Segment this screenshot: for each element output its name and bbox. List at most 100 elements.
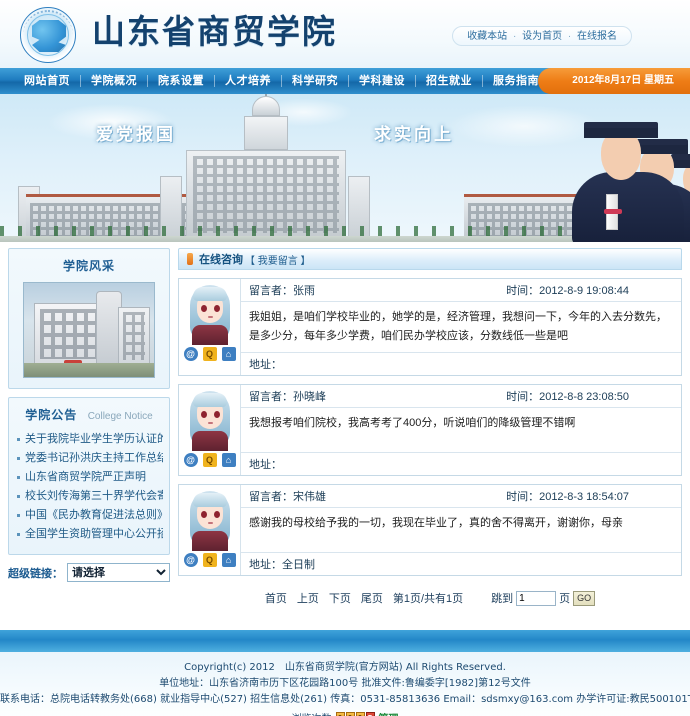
college-style-panel: 学院风采 <box>8 248 170 389</box>
list-item[interactable]: 党委书记孙洪庆主持工作总结大会 <box>15 449 163 468</box>
contact-line: 联系电话：总院电话转教务处(668) 就业指导中心(527) 招生信息处(261… <box>0 694 690 705</box>
post-message-link[interactable]: 【 我要留言 】 <box>245 252 311 267</box>
site-header: 山东省商贸学院 收藏本站 · 设为首页 · 在线报名 <box>0 0 690 68</box>
school-emblem[interactable] <box>20 7 82 63</box>
message-body: 我姐姐，是咱们学校毕业的，她学的是，经济管理，我想问一下，今年的入去分数先，是多… <box>249 311 667 342</box>
counter-digit: 5 <box>365 712 375 716</box>
globe-icon <box>32 20 66 52</box>
message-meta: 留言者：宋伟雄 时间：2012-8-3 18:54:07 <box>241 485 681 508</box>
qq-icon[interactable]: Q <box>202 553 217 567</box>
email-icon[interactable]: @ <box>183 553 198 567</box>
list-item[interactable]: 关于我院毕业学生学历认证的公告 <box>15 430 163 449</box>
message-meta: 留言者：张雨 时间：2012-8-9 19:08:44 <box>241 279 681 302</box>
campus-photo[interactable] <box>23 282 155 378</box>
notice-title-en: College Notice <box>87 411 153 422</box>
building-clock-tower <box>244 116 288 150</box>
graduate-first <box>568 116 688 242</box>
online-registration-link[interactable]: 在线报名 <box>577 31 617 42</box>
nav-item-discipline[interactable]: 学科建设 <box>349 68 415 94</box>
list-item[interactable]: 山东省商贸学院严正声明 <box>15 468 163 487</box>
message-time: 时间：2012-8-8 23:08:50 <box>506 391 629 403</box>
footer-divider-bar <box>0 630 690 652</box>
counter-digit: 0 <box>355 712 365 716</box>
address-line: 单位地址：山东省济南市历下区花园路100号 批准文件:鲁编委字[1982]第12… <box>159 678 531 689</box>
qq-icon[interactable]: Q <box>202 453 217 467</box>
homepage-icon[interactable]: ⌂ <box>221 453 236 467</box>
homepage-icon[interactable]: ⌂ <box>221 553 236 567</box>
prev-page-link[interactable]: 上页 <box>297 590 319 606</box>
list-item[interactable]: 中国《民办教育促进法总则》 <box>15 506 163 525</box>
jump-label: 跳到 <box>491 593 514 605</box>
last-page-link[interactable]: 尾页 <box>361 590 383 606</box>
hyperlink-label: 超级链接： <box>8 567 63 580</box>
main-navigation: 网站首页 学院概况 院系设置 人才培养 科学研究 学科建设 招生就业 服务指南 … <box>0 68 690 94</box>
go-button[interactable]: GO <box>573 590 596 606</box>
nav-item-admissions[interactable]: 招生就业 <box>416 68 482 94</box>
qq-icon[interactable]: Q <box>202 347 217 361</box>
hyperlink-row: 超级链接： 请选择 <box>8 563 170 582</box>
avatar-image <box>184 489 236 551</box>
bookmark-icon <box>187 253 193 265</box>
site-footer: Copyright(c) 2012 山东省商贸学院(官方网站) All Righ… <box>0 652 690 716</box>
page-number-input[interactable] <box>516 590 557 606</box>
main-panel: 在线咨询 【 我要留言 】 @ Q ⌂ 留言者：张雨 时间：2012-8-9 1… <box>178 248 682 630</box>
email-icon[interactable]: @ <box>183 453 198 467</box>
top-links: 收藏本站 · 设为首页 · 在线报名 <box>452 26 632 46</box>
message-author: 留言者：孙晓峰 <box>249 391 326 403</box>
next-page-link[interactable]: 下页 <box>329 590 351 606</box>
hyperlink-select[interactable]: 请选择 <box>67 563 170 582</box>
content-area: 学院风采 学院公告 College Notice 关于我院毕业学生学历认证的公告… <box>0 242 690 630</box>
message-address: 地址：全日制 <box>241 552 681 575</box>
list-item[interactable]: 全国学生资助管理中心公开招聘 <box>15 525 163 544</box>
email-icon[interactable]: @ <box>183 347 198 361</box>
message-content: 留言者：张雨 时间：2012-8-9 19:08:44 我姐姐，是咱们学校毕业的… <box>241 279 681 375</box>
visit-counter: 浏览次数 0 0 0 5 管理 <box>0 710 690 716</box>
emblem-ring <box>23 10 73 60</box>
page-status: 第1页/共有1页 <box>392 593 464 605</box>
college-style-title: 学院风采 <box>62 259 115 273</box>
first-page-link[interactable]: 首页 <box>265 590 287 606</box>
photo-ground <box>24 363 154 377</box>
link-separator-2: · <box>567 31 572 42</box>
section-title: 在线咨询 <box>199 254 243 266</box>
nav-item-overview[interactable]: 学院概况 <box>81 68 147 94</box>
nav-item-departments[interactable]: 院系设置 <box>148 68 214 94</box>
sidebar: 学院风采 学院公告 College Notice 关于我院毕业学生学历认证的公告… <box>8 248 170 630</box>
message-author: 留言者：张雨 <box>249 285 315 297</box>
page-title: 山东省商贸学院 <box>92 12 337 51</box>
table-row: @ Q ⌂ 留言者：宋伟雄 时间：2012-8-3 18:54:07 感谢我的母… <box>178 484 682 576</box>
counter-label: 浏览次数 <box>292 710 332 716</box>
message-content: 留言者：孙晓峰 时间：2012-8-8 23:08:50 我想报考咱们院校，我高… <box>241 385 681 475</box>
message-time: 时间：2012-8-9 19:08:44 <box>506 285 629 297</box>
set-homepage-link[interactable]: 设为首页 <box>522 31 562 42</box>
avatar-image <box>184 283 236 345</box>
bookmark-link[interactable]: 收藏本站 <box>467 31 507 42</box>
nav-item-home[interactable]: 网站首页 <box>14 68 80 94</box>
message-address: 地址： <box>241 352 681 375</box>
photo-building-main <box>34 303 104 365</box>
contact-icons: @ Q ⌂ <box>179 553 240 567</box>
nav-item-research[interactable]: 科学研究 <box>282 68 348 94</box>
nav-item-talent[interactable]: 人才培养 <box>215 68 281 94</box>
homepage-icon[interactable]: ⌂ <box>221 347 236 361</box>
table-row: @ Q ⌂ 留言者：张雨 时间：2012-8-9 19:08:44 我姐姐，是咱… <box>178 278 682 376</box>
message-meta: 留言者：孙晓峰 时间：2012-8-8 23:08:50 <box>241 385 681 408</box>
list-item[interactable]: 校长刘传海第三十界学代会寄语 <box>15 487 163 506</box>
graduates-photo <box>500 94 690 242</box>
page-unit-label: 页 <box>559 593 571 605</box>
counter-digit: 0 <box>335 712 345 716</box>
diploma-scroll-icon <box>604 194 622 230</box>
message-author: 留言者：宋伟雄 <box>249 491 326 503</box>
counter-digits: 0 0 0 5 <box>335 712 375 716</box>
table-row: @ Q ⌂ 留言者：孙晓峰 时间：2012-8-8 23:08:50 我想报考咱… <box>178 384 682 476</box>
section-header: 在线咨询 【 我要留言 】 <box>178 248 682 270</box>
message-content: 留言者：宋伟雄 时间：2012-8-3 18:54:07 感谢我的母校给予我的一… <box>241 485 681 575</box>
college-notice-header: 学院公告 College Notice <box>9 406 169 424</box>
avatar: @ Q ⌂ <box>179 279 241 375</box>
notice-title-cn: 学院公告 <box>25 408 78 422</box>
admin-link[interactable]: 管理 <box>379 710 399 716</box>
college-notice-panel: 学院公告 College Notice 关于我院毕业学生学历认证的公告 党委书记… <box>8 397 170 555</box>
pagination: 首页 上页 下页 尾页 第1页/共有1页 跳到 页 GO <box>178 590 682 606</box>
avatar: @ Q ⌂ <box>179 485 241 575</box>
contact-icons: @ Q ⌂ <box>179 453 240 467</box>
